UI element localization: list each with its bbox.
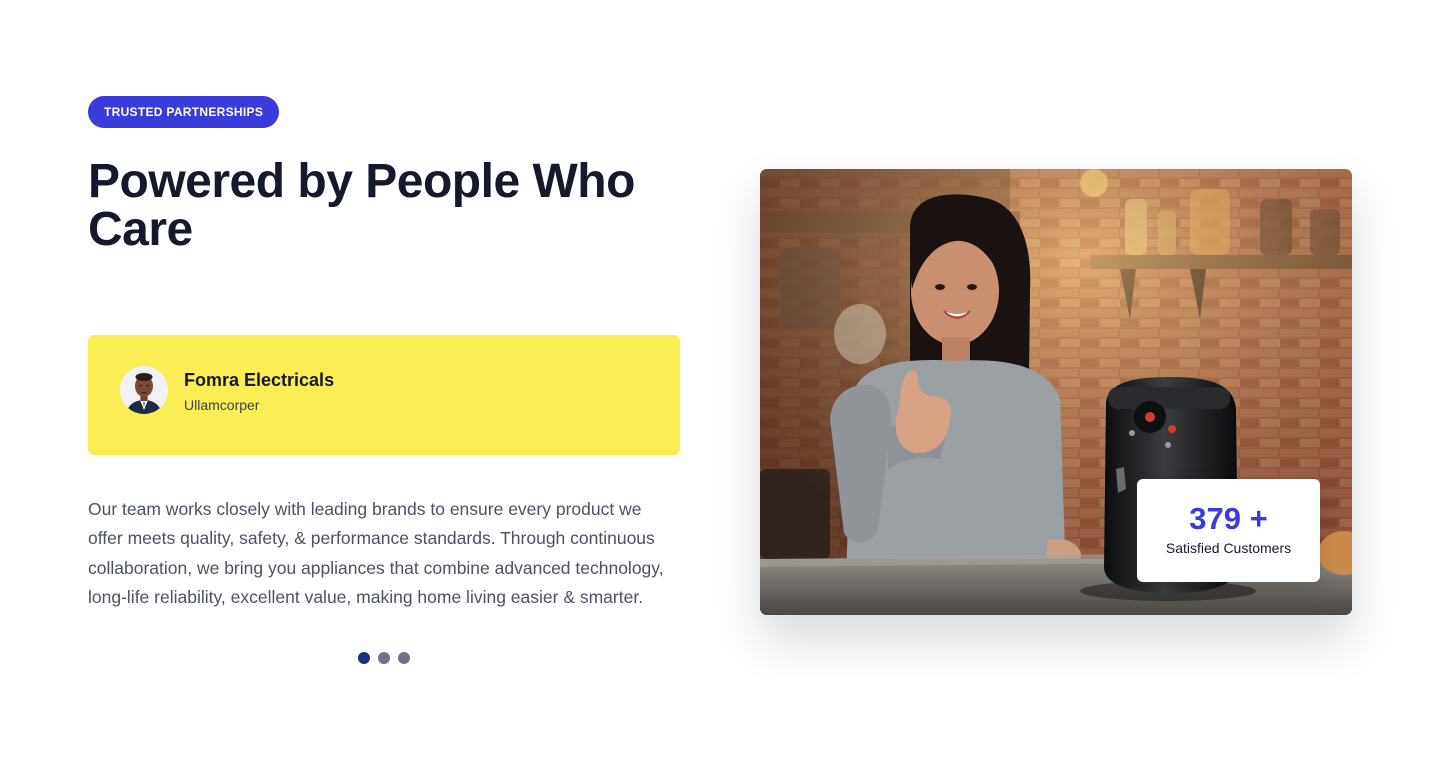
customer-stat-card: 379 + Satisfied Customers <box>1137 479 1320 582</box>
carousel-dot-2[interactable] <box>378 652 390 664</box>
partner-card: Fomra Electricals Ullamcorper <box>88 335 680 455</box>
avatar-portrait <box>120 366 168 414</box>
carousel-dots <box>358 652 410 664</box>
section-title: Powered by People Who Care <box>88 155 635 256</box>
partnership-section: TRUSTED PARTNERSHIPS Powered by People W… <box>0 0 1440 784</box>
partner-name: Fomra Electricals <box>184 370 335 390</box>
section-description: Our team works closely with leading bran… <box>88 499 664 607</box>
carousel-dot-1[interactable] <box>358 652 370 664</box>
carousel-dot-3[interactable] <box>398 652 410 664</box>
partner-avatar <box>120 366 168 414</box>
partner-role: Ullamcorper <box>184 397 260 413</box>
section-badge: TRUSTED PARTNERSHIPS <box>88 96 280 128</box>
stat-label: Satisfied Customers <box>1165 540 1292 556</box>
stat-number: 379 + <box>1189 501 1268 536</box>
